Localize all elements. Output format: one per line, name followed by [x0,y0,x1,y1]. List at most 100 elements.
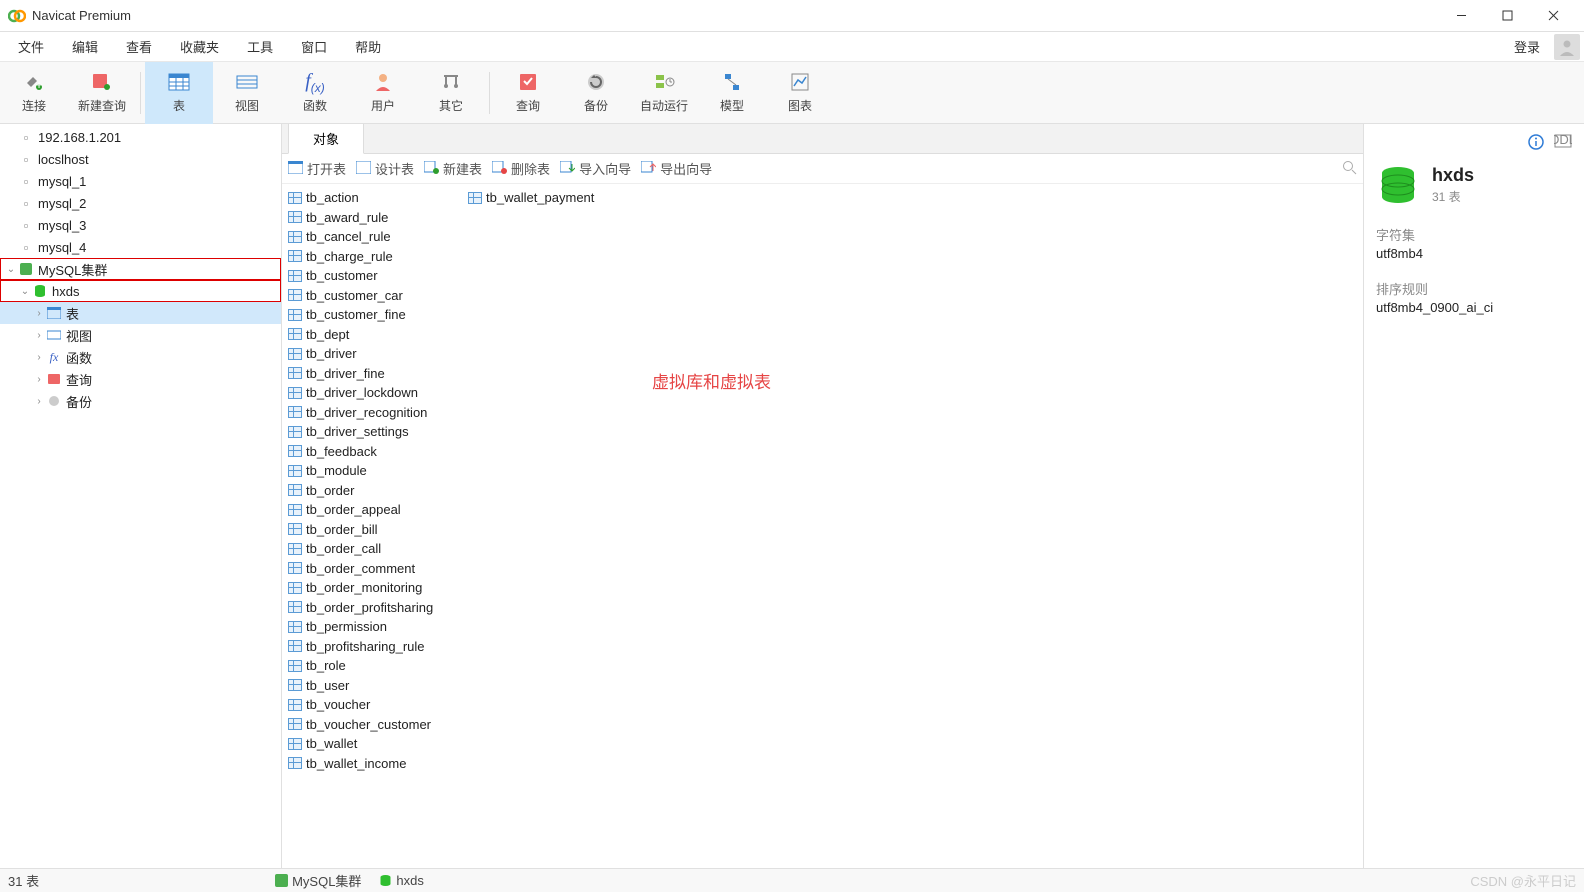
functions-node[interactable]: ›fx函数 [0,346,281,368]
search-icon[interactable] [1342,160,1357,178]
table-icon [288,562,302,574]
backups-node[interactable]: ›备份 [0,390,281,412]
import-wizard-button[interactable]: 导入向导 [560,159,631,178]
table-item[interactable]: tb_module [288,461,433,481]
toolbar-connection[interactable]: +连接 [0,62,68,124]
menu-view[interactable]: 查看 [112,33,166,60]
design-table-button[interactable]: 设计表 [356,159,414,178]
menu-edit[interactable]: 编辑 [58,33,112,60]
table-item[interactable]: tb_role [288,656,433,676]
table-item[interactable]: tb_driver_settings [288,422,433,442]
chevron-right-icon[interactable]: › [32,396,46,407]
chevron-down-icon[interactable]: ⌄ [18,286,32,297]
toolbar-newquery[interactable]: 新建查询 [68,62,136,124]
open-table-button[interactable]: 打开表 [288,159,346,178]
menu-window[interactable]: 窗口 [287,33,341,60]
export-wizard-button[interactable]: 导出向导 [641,159,712,178]
table-item[interactable]: tb_wallet [288,734,433,754]
toolbar-chart[interactable]: 图表 [766,62,834,124]
menu-favorites[interactable]: 收藏夹 [166,33,233,60]
table-item[interactable]: tb_driver_fine [288,364,433,384]
login-link[interactable]: 登录 [1506,33,1548,60]
table-icon [288,504,302,516]
chevron-right-icon[interactable]: › [32,352,46,363]
connection-node[interactable]: ▫192.168.1.201 [0,126,281,148]
table-item[interactable]: tb_customer [288,266,433,286]
connection-icon: ▫ [18,217,34,233]
table-item[interactable]: tb_driver_recognition [288,403,433,423]
database-node[interactable]: ⌄hxds [0,280,281,302]
table-item[interactable]: tb_order_appeal [288,500,433,520]
svg-text:+: + [35,77,43,92]
table-icon [288,718,302,730]
new-table-button[interactable]: 新建表 [424,159,482,178]
table-icon [288,757,302,769]
table-item[interactable]: tb_order_bill [288,520,433,540]
autorun-icon [650,71,678,93]
menu-tools[interactable]: 工具 [233,33,287,60]
table-item[interactable]: tb_order_profitsharing [288,598,433,618]
table-list: tb_actiontb_award_ruletb_cancel_ruletb_c… [282,184,1363,868]
toolbar-view[interactable]: 视图 [213,62,281,124]
minimize-button[interactable] [1438,0,1484,32]
table-item[interactable]: tb_order_comment [288,559,433,579]
db-name: hxds [1432,165,1474,186]
table-item[interactable]: tb_feedback [288,442,433,462]
ddl-icon[interactable]: DDL [1554,134,1572,153]
chevron-right-icon[interactable]: › [32,330,46,341]
table-item[interactable]: tb_driver [288,344,433,364]
connection-node[interactable]: ▫mysql_2 [0,192,281,214]
menu-help[interactable]: 帮助 [341,33,395,60]
toolbar-model[interactable]: 模型 [698,62,766,124]
titlebar: Navicat Premium [0,0,1584,32]
chevron-right-icon[interactable]: › [32,374,46,385]
table-item[interactable]: tb_order [288,481,433,501]
connection-node[interactable]: ▫locslhost [0,148,281,170]
table-item[interactable]: tb_order_call [288,539,433,559]
table-item[interactable]: tb_voucher_customer [288,715,433,735]
toolbar-autorun[interactable]: 自动运行 [630,62,698,124]
toolbar-backup[interactable]: 备份 [562,62,630,124]
connection-icon: ▫ [18,151,34,167]
table-item[interactable]: tb_driver_lockdown [288,383,433,403]
table-item[interactable]: tb_voucher [288,695,433,715]
table-item[interactable]: tb_cancel_rule [288,227,433,247]
watermark: CSDN @永平日记 [1470,871,1576,890]
toolbar-query[interactable]: 查询 [494,62,562,124]
views-node[interactable]: ›视图 [0,324,281,346]
delete-table-button[interactable]: 删除表 [492,159,550,178]
table-item[interactable]: tb_order_monitoring [288,578,433,598]
chart-icon [786,71,814,93]
table-item[interactable]: tb_charge_rule [288,247,433,267]
table-item[interactable]: tb_wallet_payment [468,188,594,208]
table-item[interactable]: tb_award_rule [288,208,433,228]
toolbar-function[interactable]: f(x)函数 [281,62,349,124]
menu-file[interactable]: 文件 [4,33,58,60]
connection-node[interactable]: ▫mysql_3 [0,214,281,236]
table-item[interactable]: tb_user [288,676,433,696]
queries-node[interactable]: ›查询 [0,368,281,390]
table-item[interactable]: tb_customer_fine [288,305,433,325]
tables-node[interactable]: ›表 [0,302,281,324]
cluster-node[interactable]: ⌄MySQL集群 [0,258,281,280]
table-item[interactable]: tb_profitsharing_rule [288,637,433,657]
maximize-button[interactable] [1484,0,1530,32]
table-item[interactable]: tb_action [288,188,433,208]
chevron-down-icon[interactable]: ⌄ [4,264,18,275]
connection-node[interactable]: ▫mysql_4 [0,236,281,258]
table-item[interactable]: tb_dept [288,325,433,345]
toolbar-user[interactable]: 用户 [349,62,417,124]
toolbar-table[interactable]: 表 [145,62,213,124]
tab-objects[interactable]: 对象 [288,124,364,154]
avatar-icon[interactable] [1554,34,1580,60]
chevron-right-icon[interactable]: › [32,308,46,319]
toolbar-other[interactable]: 其它 [417,62,485,124]
close-button[interactable] [1530,0,1576,32]
table-item[interactable]: tb_permission [288,617,433,637]
table-icon [288,367,302,379]
connection-node[interactable]: ▫mysql_1 [0,170,281,192]
table-item[interactable]: tb_wallet_income [288,754,433,774]
info-icon[interactable] [1528,134,1544,153]
table-item[interactable]: tb_customer_car [288,286,433,306]
table-icon [288,484,302,496]
